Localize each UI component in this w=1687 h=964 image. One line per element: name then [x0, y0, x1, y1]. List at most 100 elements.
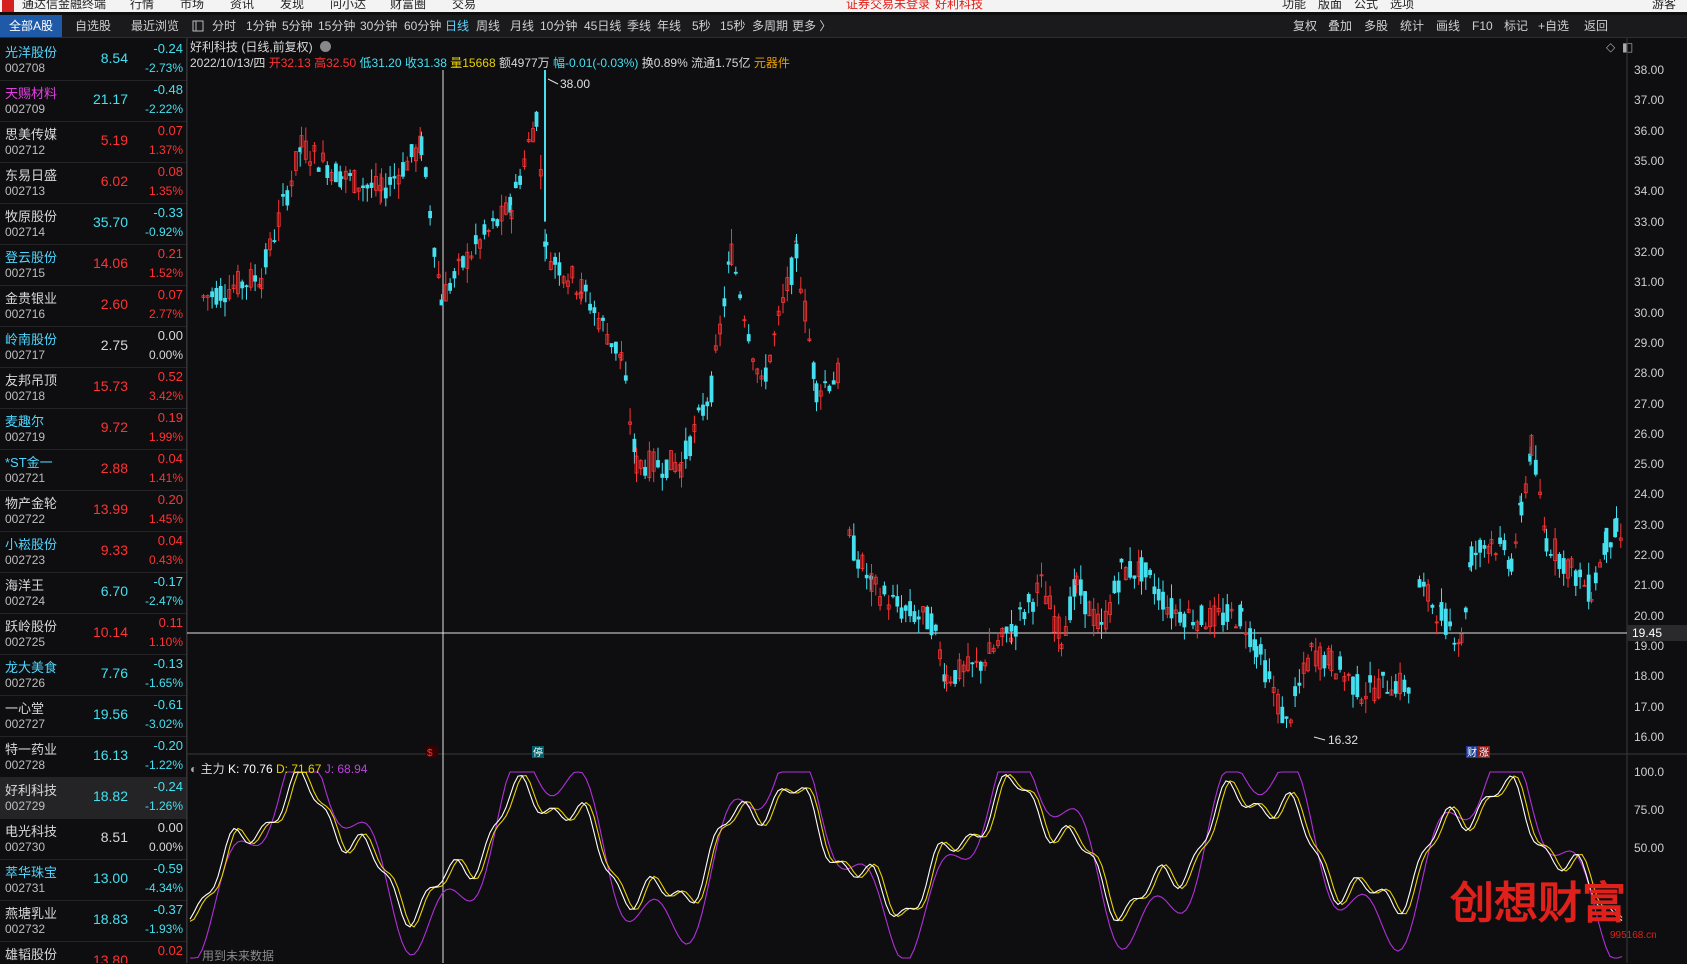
tab-period-7[interactable]: 周线 — [476, 15, 500, 37]
list-item[interactable]: 雄韬股份 13.80 0.02 — [0, 941, 186, 963]
menu-item-discover[interactable]: 发现 — [280, 0, 304, 12]
list-item[interactable]: 燕塘乳业 002732 18.83 -0.37 -1.93% — [0, 900, 186, 942]
candle-body — [677, 464, 682, 472]
toolbar-tool-0[interactable]: 复权 — [1293, 15, 1317, 37]
tab-period-9[interactable]: 10分钟 — [540, 15, 577, 37]
tab-period-5[interactable]: 60分钟 — [404, 15, 441, 37]
candle-body — [1473, 552, 1478, 556]
diamond-icon[interactable]: ◇ — [1606, 40, 1615, 54]
tab-recent[interactable]: 最近浏览 — [124, 15, 186, 37]
tab-period-11[interactable]: 季线 — [627, 15, 651, 37]
list-item[interactable]: 电光科技 002730 8.51 0.00 0.00% — [0, 818, 186, 860]
list-item[interactable]: 特一药业 002728 16.13 -0.20 -1.22% — [0, 736, 186, 778]
price-tick-label: 34.00 — [1634, 184, 1665, 199]
tab-period-4[interactable]: 30分钟 — [360, 15, 397, 37]
candle-body — [1052, 616, 1057, 633]
sidebar-toggle-icon[interactable] — [192, 15, 206, 37]
list-item[interactable]: 一心堂 002727 19.56 -0.61 -3.02% — [0, 695, 186, 737]
menu-item-news[interactable]: 资讯 — [230, 0, 254, 12]
toolbar-tool-5[interactable]: F10 — [1472, 15, 1493, 37]
tab-period-8[interactable]: 月线 — [510, 15, 534, 37]
tab-period-10[interactable]: 45日线 — [584, 15, 621, 37]
list-item[interactable]: 牧原股份 002714 35.70 -0.33 -0.92% — [0, 203, 186, 245]
marker-limit-up: 涨 — [1479, 747, 1489, 759]
tab-all-a-shares[interactable]: 全部A股 — [0, 15, 62, 37]
price-tick-label: 28.00 — [1634, 366, 1665, 381]
tab-period-12[interactable]: 年线 — [657, 15, 681, 37]
menu-item-formula[interactable]: 公式 — [1354, 0, 1378, 12]
min-pointer — [1313, 736, 1326, 741]
stock-price: 2.75 — [100, 337, 128, 353]
list-item[interactable]: 东易日盛 002713 6.02 0.08 1.35% — [0, 162, 186, 204]
menu-item-market[interactable]: 行情 — [130, 0, 154, 12]
candle-body — [1132, 575, 1137, 579]
toolbar-tool-6[interactable]: 标记 — [1504, 15, 1528, 37]
list-item[interactable]: 思美传媒 002712 5.19 0.07 1.37% — [0, 121, 186, 163]
tab-period-2[interactable]: 5分钟 — [282, 15, 313, 37]
list-item[interactable]: 小崧股份 002723 9.33 0.04 0.43% — [0, 531, 186, 573]
tab-period-16[interactable]: 更多 〉 — [792, 15, 831, 37]
chart-settings-icon[interactable] — [320, 41, 332, 52]
stock-change-pct: 0.00% — [148, 840, 183, 854]
user-label[interactable]: 游客 — [1652, 0, 1676, 12]
list-item[interactable]: 友邦吊顶 002718 15.73 0.52 3.42% — [0, 367, 186, 409]
price-tick-label: 35.00 — [1634, 153, 1665, 168]
window-icon[interactable]: ◧ — [1622, 40, 1633, 54]
quote-sector[interactable]: 元器件 — [754, 56, 790, 70]
candle-body — [1263, 660, 1267, 683]
marker-suspend: 停 — [533, 746, 543, 759]
tab-watchlist[interactable]: 自选股 — [62, 15, 124, 37]
candle-body — [1385, 691, 1390, 694]
candle-body — [1426, 584, 1430, 602]
candle-body — [683, 440, 688, 460]
list-item[interactable]: 好利科技 002729 18.82 -0.24 -1.26% — [0, 777, 186, 819]
list-item[interactable]: 岭南股份 002717 2.75 0.00 0.00% — [0, 326, 186, 368]
list-item[interactable]: 萃华珠宝 002731 13.00 -0.59 -4.34% — [0, 859, 186, 901]
kdj-name[interactable]: 主力 — [201, 762, 225, 776]
toolbar-tool-1[interactable]: 叠加 — [1328, 15, 1352, 37]
list-item[interactable]: 物产金轮 002722 13.99 0.20 1.45% — [0, 490, 186, 532]
list-item[interactable]: 麦趣尔 002719 9.72 0.19 1.99% — [0, 408, 186, 450]
stock-change: 0.00 — [157, 820, 183, 835]
list-item[interactable]: 跃岭股份 002725 10.14 0.11 1.10% — [0, 613, 186, 655]
list-item[interactable]: 登云股份 002715 14.06 0.21 1.52% — [0, 244, 186, 286]
toolbar-tool-2[interactable]: 多股 — [1364, 15, 1388, 37]
kdj-toggle-icon[interactable]: ◐ — [190, 762, 197, 776]
menu-item-options[interactable]: 选项 — [1390, 0, 1414, 12]
stock-change: 0.04 — [157, 451, 183, 466]
list-item[interactable]: 金贵银业 002716 2.60 0.07 2.77% — [0, 285, 186, 327]
menu-item-ask[interactable]: 问小达 — [330, 0, 366, 12]
tab-period-3[interactable]: 15分钟 — [318, 15, 355, 37]
list-item[interactable]: 龙大美食 002726 7.76 -0.13 -1.65% — [0, 654, 186, 696]
menu-item-trade[interactable]: 交易 — [452, 0, 476, 12]
candle-body — [1519, 501, 1524, 516]
tab-period-14[interactable]: 15秒 — [720, 15, 745, 37]
toolbar-tool-7[interactable]: +自选 — [1538, 15, 1569, 37]
stock-name: 小崧股份 — [5, 537, 58, 552]
tab-period-6[interactable]: 日线 — [445, 15, 469, 37]
list-item[interactable]: 天赐材料 002709 21.17 -0.48 -2.22% — [0, 80, 186, 122]
toolbar-tool-8[interactable]: 返回 — [1584, 15, 1608, 37]
menu-item-wealth[interactable]: 财富圈 — [390, 0, 426, 12]
tab-period-0[interactable]: 分时 — [212, 15, 236, 37]
tab-period-13[interactable]: 5秒 — [692, 15, 711, 37]
menu-item-functions[interactable]: 功能 — [1282, 0, 1306, 12]
candle-body — [733, 271, 738, 274]
list-item[interactable]: 光洋股份 002708 8.54 -0.24 -2.73% — [0, 39, 186, 81]
stock-name: 电光科技 — [5, 824, 58, 839]
candlestick-chart[interactable]: 19.4538.0016.32$ 停财涨创想财富995168.cn — [0, 0, 1687, 963]
candle-body — [538, 169, 543, 177]
list-item[interactable]: *ST金一 002721 2.88 0.04 1.41% — [0, 449, 186, 491]
candle-body — [392, 176, 397, 179]
candle-body — [240, 281, 245, 289]
menu-item-markets[interactable]: 市场 — [180, 0, 204, 12]
candle-body — [891, 594, 895, 597]
tab-period-1[interactable]: 1分钟 — [246, 15, 277, 37]
tab-period-15[interactable]: 多周期 — [752, 15, 788, 37]
menu-item-layout[interactable]: 版面 — [1318, 0, 1342, 12]
list-item[interactable]: 海洋王 002724 6.70 -0.17 -2.47% — [0, 572, 186, 614]
toolbar-tool-4[interactable]: 画线 — [1436, 15, 1460, 37]
candle-body — [929, 613, 934, 636]
toolbar-tool-3[interactable]: 统计 — [1400, 15, 1424, 37]
login-warning[interactable]: 证券交易未登录 — [846, 0, 930, 12]
